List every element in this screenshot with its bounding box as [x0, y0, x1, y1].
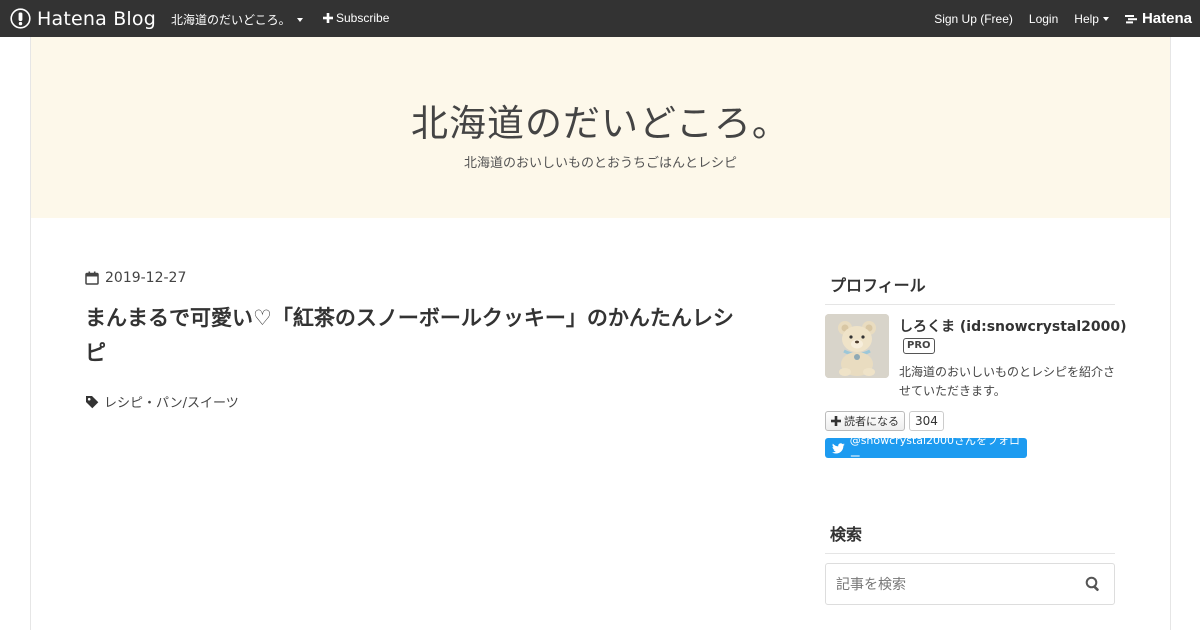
hatena-blog-logo-icon: [10, 8, 31, 29]
reader-count: 304: [909, 411, 944, 431]
hatena-link[interactable]: Hatena: [1124, 10, 1192, 27]
search-icon[interactable]: [1085, 576, 1101, 592]
subscribe-reader-widget: 読者になる 304: [825, 411, 944, 431]
calendar-icon: [85, 271, 99, 285]
become-reader-label: 読者になる: [844, 415, 899, 428]
help-label: Help: [1074, 11, 1099, 26]
profile-name[interactable]: しろくま (id:snowcrystal2000): [899, 316, 1127, 336]
plus-icon: [323, 13, 333, 23]
blog-title[interactable]: 北海道のだいどころ。: [31, 93, 1170, 147]
plus-icon: [831, 416, 841, 426]
avatar[interactable]: [825, 314, 889, 378]
caret-down-icon: [296, 17, 303, 22]
profile-heading: プロフィール: [825, 272, 1115, 305]
signup-link[interactable]: Sign Up (Free): [934, 12, 1013, 26]
entry-date[interactable]: 2019-12-27: [85, 270, 186, 286]
teddy-bear-avatar-icon: [825, 314, 889, 378]
twitter-icon: [832, 442, 845, 454]
become-reader-button[interactable]: 読者になる: [825, 411, 905, 431]
entry-date-text: 2019-12-27: [105, 270, 187, 286]
pro-badge[interactable]: PRO: [903, 338, 935, 354]
twitter-follow-label: @snowcrystal2000さんをフォロー: [849, 434, 1021, 463]
subscribe-button[interactable]: Subscribe: [323, 11, 389, 25]
category-label: レシピ・パン/スイーツ: [104, 396, 239, 411]
hatena-label: Hatena: [1141, 10, 1192, 27]
subscribe-label: Subscribe: [336, 11, 390, 25]
hatena-blog-logo[interactable]: Hatena Blog: [10, 7, 156, 30]
tag-icon: [86, 395, 99, 408]
login-link[interactable]: Login: [1029, 12, 1058, 26]
search-input[interactable]: [836, 575, 1066, 595]
hatena-logo-icon: [1124, 14, 1137, 23]
entry-category[interactable]: レシピ・パン/スイーツ: [85, 392, 239, 411]
blog-header: 北海道のだいどころ。 北海道のおいしいものとおうちごはんとレシピ: [31, 37, 1170, 218]
caret-down-icon: [1102, 16, 1109, 21]
entry-title[interactable]: まんまるで可愛い♡「紅茶のスノーボールクッキー」のかんたんレシピ: [85, 301, 735, 371]
blog-menu-label: 北海道のだいどころ。: [171, 13, 291, 27]
search-form: [825, 563, 1115, 605]
help-menu[interactable]: Help: [1074, 12, 1109, 26]
search-heading: 検索: [825, 521, 1115, 554]
global-header: Hatena Blog 北海道のだいどころ。 Subscribe Sign Up…: [0, 0, 1200, 37]
blog-menu[interactable]: 北海道のだいどころ。: [171, 11, 303, 28]
twitter-follow-button[interactable]: @snowcrystal2000さんをフォロー: [825, 434, 1027, 463]
logo-text: Hatena Blog: [37, 7, 156, 30]
profile-description: 北海道のおいしいものとレシピを紹介させていただきます。: [899, 365, 1116, 398]
blog-description: 北海道のおいしいものとおうちごはんとレシピ: [463, 156, 737, 171]
